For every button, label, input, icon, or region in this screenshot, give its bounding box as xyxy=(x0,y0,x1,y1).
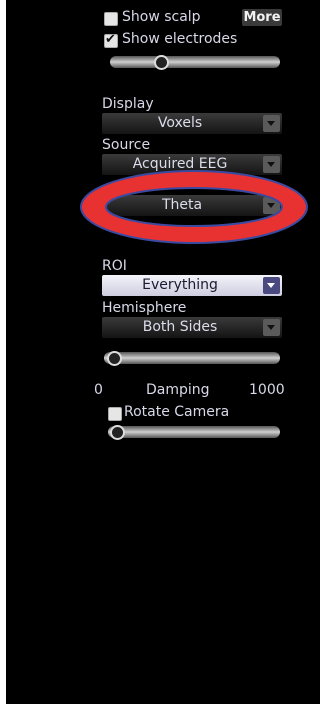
rotate-camera-slider-handle[interactable] xyxy=(110,425,125,440)
chevron-down-icon xyxy=(263,277,280,294)
highlight-ring xyxy=(79,170,309,244)
rotate-camera-label: Rotate Camera xyxy=(124,404,230,420)
damping-min-label: 0 xyxy=(94,382,103,398)
damping-max-label: 1000 xyxy=(249,382,285,398)
hemisphere-label: Hemisphere xyxy=(102,300,187,316)
damping-label: Damping xyxy=(146,382,210,398)
display-value: Voxels xyxy=(157,115,203,131)
hemisphere-value: Both Sides xyxy=(142,319,218,335)
show-scalp-checkbox[interactable] xyxy=(104,12,118,26)
highlight-ellipse xyxy=(79,170,309,244)
show-electrodes-label: Show electrodes xyxy=(122,31,238,47)
show-electrodes-checkbox[interactable] xyxy=(104,32,118,48)
chevron-down-icon xyxy=(263,115,280,132)
display-dropdown[interactable]: Voxels xyxy=(102,113,282,134)
rotate-camera-slider[interactable] xyxy=(108,426,280,438)
damping-slider-handle[interactable] xyxy=(107,351,122,366)
chevron-down-icon xyxy=(263,319,280,336)
control-panel: Show scalp More Show electrodes Display … xyxy=(6,0,320,704)
display-label: Display xyxy=(102,96,154,112)
roi-dropdown[interactable]: Everything xyxy=(102,275,282,296)
damping-slider[interactable] xyxy=(104,352,280,364)
show-scalp-label: Show scalp xyxy=(122,9,201,25)
hemisphere-dropdown[interactable]: Both Sides xyxy=(102,317,282,338)
rotate-camera-checkbox[interactable] xyxy=(108,407,122,421)
roi-value: Everything xyxy=(142,277,218,293)
source-label: Source xyxy=(102,137,151,153)
roi-label: ROI xyxy=(102,258,127,274)
top-slider-handle[interactable] xyxy=(154,55,169,70)
more-button[interactable]: More xyxy=(242,9,282,26)
top-slider[interactable] xyxy=(110,56,280,68)
